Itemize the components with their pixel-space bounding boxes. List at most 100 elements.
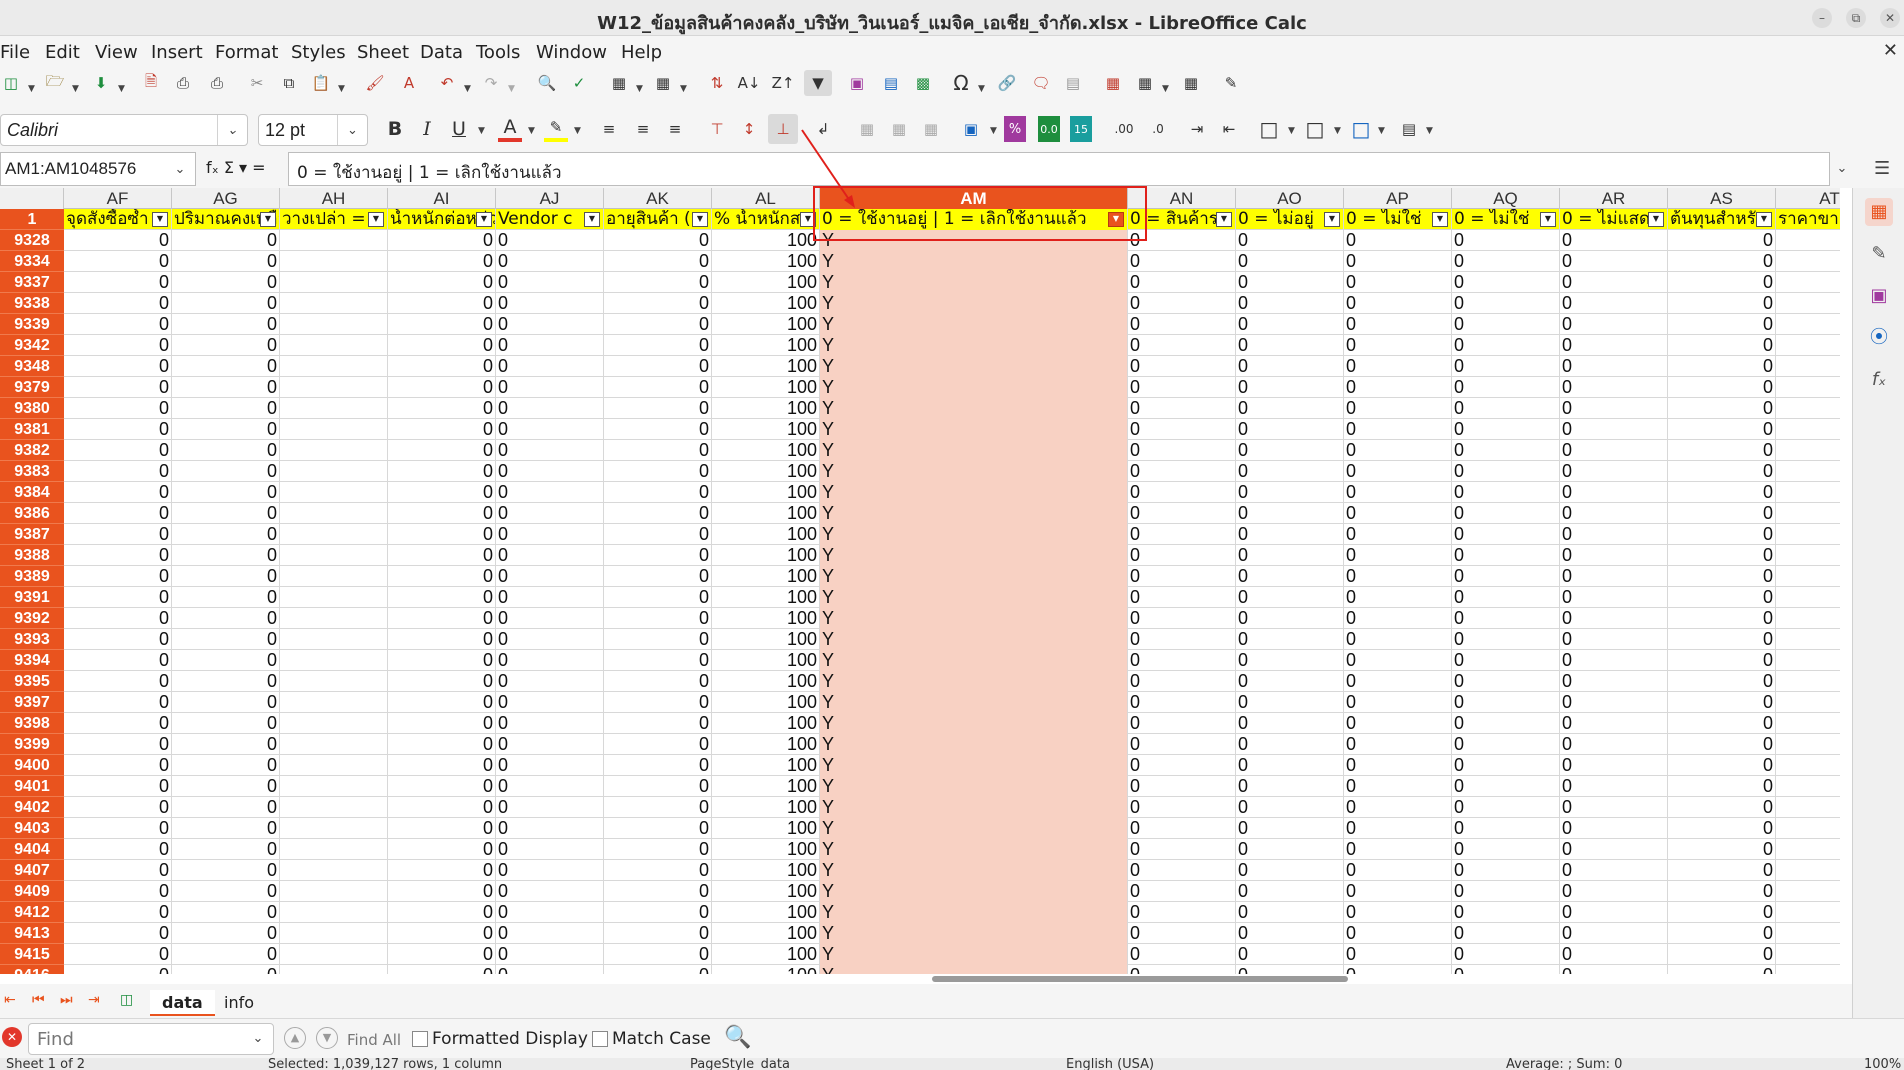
autofilter-dropdown-icon[interactable]: ▼ xyxy=(1432,212,1448,227)
row-header-9391[interactable]: 9391 xyxy=(0,587,64,608)
header-footer-icon[interactable]: ▤ xyxy=(1062,70,1084,96)
menu-format[interactable]: Format xyxy=(215,42,278,63)
cell-ag9398[interactable]: 0 xyxy=(172,713,280,734)
gallery-icon[interactable]: ▣ xyxy=(1865,282,1893,310)
cell-ap9337[interactable]: 0 xyxy=(1344,272,1452,293)
cell-at9342[interactable] xyxy=(1776,335,1840,356)
clear-formatting-icon[interactable]: A xyxy=(398,70,420,96)
cell-ag9383[interactable]: 0 xyxy=(172,461,280,482)
cell-ai9380[interactable]: 0 xyxy=(388,398,496,419)
cell-as9409[interactable]: 0 xyxy=(1668,881,1776,902)
language[interactable]: English (USA) xyxy=(1066,1058,1154,1070)
cell-af9400[interactable]: 0 xyxy=(64,755,172,776)
row-header-9334[interactable]: 9334 xyxy=(0,251,64,272)
cell-am9334[interactable]: Y xyxy=(820,251,1128,272)
cell-at9339[interactable] xyxy=(1776,314,1840,335)
special-character-icon[interactable]: Ω xyxy=(950,70,972,96)
cell-am9384[interactable]: Y xyxy=(820,482,1128,503)
cell-am9383[interactable]: Y xyxy=(820,461,1128,482)
cell-ap9413[interactable]: 0 xyxy=(1344,923,1452,944)
cell-as9328[interactable]: 0 xyxy=(1668,230,1776,251)
cell-at9402[interactable] xyxy=(1776,797,1840,818)
row-header-9379[interactable]: 9379 xyxy=(0,377,64,398)
cell-am9412[interactable]: Y xyxy=(820,902,1128,923)
cell-al9402[interactable]: 100 xyxy=(712,797,820,818)
cell-al9403[interactable]: 100 xyxy=(712,818,820,839)
cell-ao9337[interactable]: 0 xyxy=(1236,272,1344,293)
cell-al9379[interactable]: 100 xyxy=(712,377,820,398)
cell-aq9384[interactable]: 0 xyxy=(1452,482,1560,503)
cell-aj9388[interactable]: 0 xyxy=(496,545,604,566)
chevron-down-icon[interactable]: ▼ xyxy=(478,126,485,136)
cell-ar9392[interactable]: 0 xyxy=(1560,608,1668,629)
cell-aq9348[interactable]: 0 xyxy=(1452,356,1560,377)
cell-af9409[interactable]: 0 xyxy=(64,881,172,902)
row-header-9342[interactable]: 9342 xyxy=(0,335,64,356)
cell-area[interactable]: จุดสั่งซื้อซ้ำ ▼ ปริมาณคงเหลือ ▼ วางเปล่า = … xyxy=(64,209,1840,974)
autofilter-dropdown-icon[interactable]: ▼ xyxy=(260,212,276,227)
cell-an9400[interactable]: 0 xyxy=(1128,755,1236,776)
cell-ao9342[interactable]: 0 xyxy=(1236,335,1344,356)
cell-ao9334[interactable]: 0 xyxy=(1236,251,1344,272)
cell-am9413[interactable]: Y xyxy=(820,923,1128,944)
cell-ar9409[interactable]: 0 xyxy=(1560,881,1668,902)
formula-input[interactable]: 0 = ใช้งานอยู่ | 1 = เลิกใช้งานแล้ว xyxy=(288,152,1830,186)
cell-ah9401[interactable] xyxy=(280,776,388,797)
row-header-9399[interactable]: 9399 xyxy=(0,734,64,755)
cell-ar9397[interactable]: 0 xyxy=(1560,692,1668,713)
header-cell-ak[interactable]: อายุสินค้า (▼ xyxy=(604,209,712,230)
cell-am9392[interactable]: Y xyxy=(820,608,1128,629)
cell-af9391[interactable]: 0 xyxy=(64,587,172,608)
cell-af9416[interactable]: 0 xyxy=(64,965,172,974)
cell-ak9415[interactable]: 0 xyxy=(604,944,712,965)
cell-am9380[interactable]: Y xyxy=(820,398,1128,419)
cell-af9397[interactable]: 0 xyxy=(64,692,172,713)
cell-aj9328[interactable]: 0 xyxy=(496,230,604,251)
row-header-9380[interactable]: 9380 xyxy=(0,398,64,419)
cell-ak9387[interactable]: 0 xyxy=(604,524,712,545)
cell-ak9342[interactable]: 0 xyxy=(604,335,712,356)
bold-button[interactable]: B xyxy=(384,116,406,142)
autofilter-dropdown-icon[interactable]: ▼ xyxy=(1216,212,1232,227)
autofilter-dropdown-icon[interactable]: ▼ xyxy=(584,212,600,227)
cell-ah9342[interactable] xyxy=(280,335,388,356)
cell-aj9348[interactable]: 0 xyxy=(496,356,604,377)
cell-am9389[interactable]: Y xyxy=(820,566,1128,587)
cell-ag9348[interactable]: 0 xyxy=(172,356,280,377)
cell-an9399[interactable]: 0 xyxy=(1128,734,1236,755)
cell-al9328[interactable]: 100 xyxy=(712,230,820,251)
cell-al9395[interactable]: 100 xyxy=(712,671,820,692)
cell-ai9382[interactable]: 0 xyxy=(388,440,496,461)
cell-aq9399[interactable]: 0 xyxy=(1452,734,1560,755)
cell-ag9339[interactable]: 0 xyxy=(172,314,280,335)
cell-ak9328[interactable]: 0 xyxy=(604,230,712,251)
export-pdf-icon[interactable]: 🗎 xyxy=(140,70,162,96)
cell-at9397[interactable] xyxy=(1776,692,1840,713)
cell-ak9409[interactable]: 0 xyxy=(604,881,712,902)
cell-aj9338[interactable]: 0 xyxy=(496,293,604,314)
cell-ar9386[interactable]: 0 xyxy=(1560,503,1668,524)
cell-ai9388[interactable]: 0 xyxy=(388,545,496,566)
cell-ag9338[interactable]: 0 xyxy=(172,293,280,314)
cell-ar9394[interactable]: 0 xyxy=(1560,650,1668,671)
cell-ao9397[interactable]: 0 xyxy=(1236,692,1344,713)
cell-ag9395[interactable]: 0 xyxy=(172,671,280,692)
chevron-down-icon[interactable]: ▼ xyxy=(1162,84,1169,94)
cell-ap9415[interactable]: 0 xyxy=(1344,944,1452,965)
cell-ak9338[interactable]: 0 xyxy=(604,293,712,314)
cell-ah9398[interactable] xyxy=(280,713,388,734)
cell-ah9404[interactable] xyxy=(280,839,388,860)
insert-chart-icon[interactable]: ▤ xyxy=(880,70,902,96)
cell-ar9334[interactable]: 0 xyxy=(1560,251,1668,272)
cell-al9398[interactable]: 100 xyxy=(712,713,820,734)
cell-aj9393[interactable]: 0 xyxy=(496,629,604,650)
align-left-icon[interactable]: ≡ xyxy=(598,116,620,142)
cell-ag9384[interactable]: 0 xyxy=(172,482,280,503)
cell-ar9387[interactable]: 0 xyxy=(1560,524,1668,545)
chevron-down-icon[interactable]: ▼ xyxy=(1334,126,1341,136)
cell-aq9409[interactable]: 0 xyxy=(1452,881,1560,902)
cell-ai9398[interactable]: 0 xyxy=(388,713,496,734)
cell-ah9383[interactable] xyxy=(280,461,388,482)
cell-at9407[interactable] xyxy=(1776,860,1840,881)
cell-ag9413[interactable]: 0 xyxy=(172,923,280,944)
